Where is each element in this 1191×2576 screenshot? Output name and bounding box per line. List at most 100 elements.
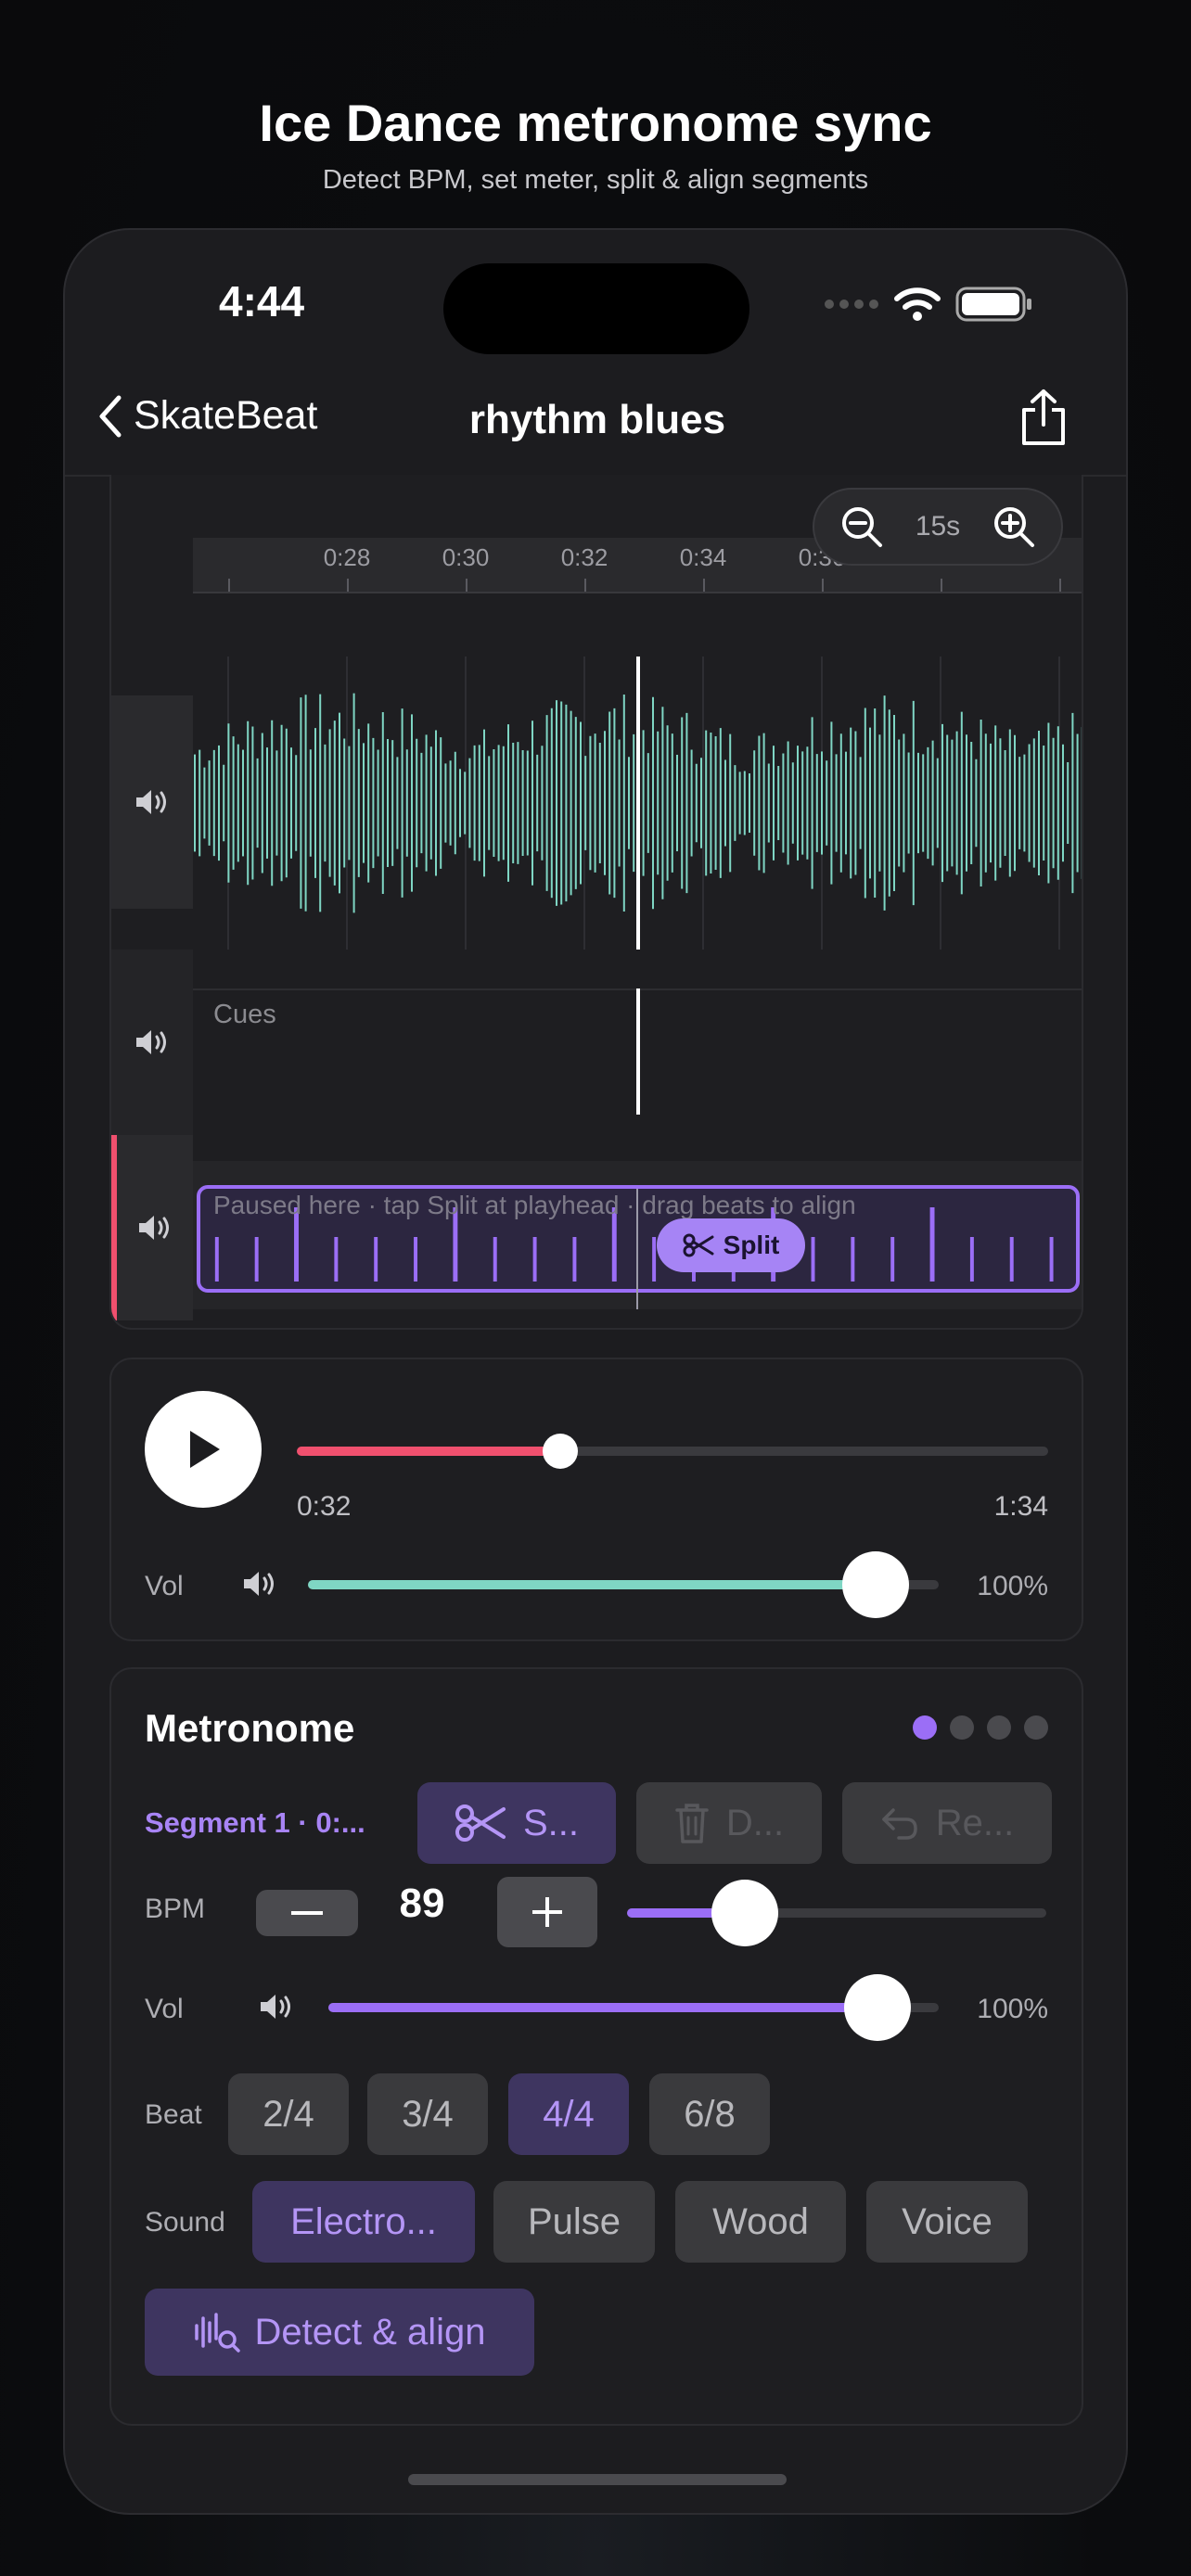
volume-thumb[interactable] (844, 1974, 912, 2041)
zoom-out-icon[interactable] (840, 505, 883, 548)
waveform-track-mute[interactable] (111, 695, 193, 909)
bpm-slider[interactable] (627, 1880, 1046, 1946)
sound-option-wood[interactable]: Wood (675, 2181, 846, 2263)
split-segment-button[interactable]: S... (417, 1782, 616, 1864)
revert-label: Re... (935, 1802, 1015, 1843)
bpm-decrement-button[interactable] (256, 1890, 358, 1936)
split-at-playhead-button[interactable]: Split (657, 1218, 805, 1272)
sound-option-voice[interactable]: Voice (866, 2181, 1028, 2263)
page-dot[interactable] (913, 1715, 937, 1740)
sound-option-label: Pulse (527, 2200, 621, 2242)
wifi-icon (894, 287, 941, 321)
page-dot[interactable] (1024, 1715, 1048, 1740)
volume-fill (308, 1580, 876, 1589)
scissors-icon (455, 1804, 506, 1842)
zoom-in-icon[interactable] (992, 505, 1035, 548)
page-dots[interactable] (913, 1715, 1048, 1740)
signal-icon (825, 300, 878, 309)
seek-slider[interactable] (297, 1434, 1048, 1469)
ruler-label: 0:32 (560, 543, 608, 571)
page-dot[interactable] (987, 1715, 1011, 1740)
volume-label: Vol (145, 1571, 184, 1601)
delete-segment-label: D... (725, 1802, 785, 1843)
beat-option-3-4[interactable]: 3/4 (367, 2073, 488, 2155)
metronome-card: Metronome Segment 1 · 0:... S... D... Re… (109, 1667, 1083, 2426)
ruler-label: 0:30 (442, 543, 490, 571)
playback-card: 0:32 1:34 Vol 100% (109, 1358, 1083, 1641)
beat-option-label: 3/4 (402, 2093, 454, 2135)
beat-track-mute[interactable] (111, 1135, 193, 1320)
beat-segment[interactable]: Paused here · tap Split at playhead · dr… (197, 1185, 1080, 1293)
playhead[interactable] (636, 657, 640, 950)
beat-option-4-4[interactable]: 4/4 (508, 2073, 629, 2155)
sound-option-pulse[interactable]: Pulse (493, 2181, 655, 2263)
bpm-label: BPM (145, 1894, 206, 1924)
waveform-search-icon (195, 2313, 241, 2353)
split-segment-label: S... (522, 1802, 580, 1843)
volume-thumb[interactable] (842, 1551, 909, 1618)
ruler-tick (228, 579, 230, 592)
beat-option-6-8[interactable]: 6/8 (649, 2073, 770, 2155)
page-subtitle: Detect BPM, set meter, split & align seg… (322, 165, 869, 195)
undo-icon (882, 1808, 917, 1840)
battery-icon (955, 287, 1031, 322)
page-dot[interactable] (950, 1715, 974, 1740)
status-icons (824, 286, 1033, 323)
speaker-icon (136, 790, 166, 814)
ruler-tick (584, 579, 586, 592)
sound-option-label: Wood (712, 2200, 809, 2242)
speaker-icon (139, 1216, 169, 1240)
current-time: 0:32 (297, 1491, 352, 1522)
cues-track-mute[interactable] (111, 950, 193, 1135)
metronome-title: Metronome (145, 1706, 355, 1750)
scissors-icon (683, 1233, 714, 1257)
chevron-left-icon (99, 395, 122, 437)
speaker-icon (136, 1030, 166, 1054)
metronome-volume-percent: 100% (977, 1994, 1048, 2024)
ruler-label: 0:28 (323, 543, 371, 571)
playhead-cues (636, 988, 640, 1115)
volume-icon (244, 1572, 274, 1596)
metronome-volume-slider[interactable] (328, 1974, 939, 2041)
volume-icon (261, 1995, 290, 2019)
sound-option-label: Voice (902, 2200, 992, 2242)
timeline-card: 0:28 0:30 0:32 0:34 0:36 15s Cues Paused… (109, 475, 1083, 1330)
beat-option-label: 6/8 (684, 2093, 736, 2135)
ruler-tick (822, 579, 824, 592)
ruler-tick (347, 579, 349, 592)
seek-thumb[interactable] (542, 1434, 578, 1469)
page-title: Ice Dance metronome sync (259, 94, 932, 152)
zoom-control: 15s (813, 488, 1063, 566)
beat-label: Beat (145, 2099, 202, 2130)
minus-icon (291, 1911, 323, 1915)
split-label: Split (723, 1231, 780, 1259)
ruler-tick (703, 579, 705, 592)
detect-align-label: Detect & align (254, 2311, 486, 2353)
detect-align-button[interactable]: Detect & align (145, 2289, 534, 2376)
play-icon (190, 1431, 220, 1468)
back-button[interactable]: SkateBeat (96, 393, 317, 439)
bpm-increment-button[interactable] (497, 1877, 597, 1947)
revert-button[interactable]: Re... (842, 1782, 1052, 1864)
beat-option-2-4[interactable]: 2/4 (228, 2073, 349, 2155)
segment-label[interactable]: Segment 1 · 0:... (145, 1806, 365, 1840)
status-time: 4:44 (219, 277, 305, 325)
delete-segment-button[interactable]: D... (636, 1782, 822, 1864)
back-label: SkateBeat (134, 393, 318, 438)
play-button[interactable] (145, 1391, 262, 1508)
zoom-level: 15s (915, 511, 961, 542)
sound-option-electro[interactable]: Electro... (252, 2181, 475, 2263)
ruler-tick (941, 579, 942, 592)
beat-option-label: 4/4 (543, 2093, 595, 2135)
playback-volume-slider[interactable] (308, 1551, 939, 1618)
sound-option-label: Electro... (290, 2200, 437, 2242)
bpm-thumb[interactable] (711, 1880, 778, 1946)
ruler-tick (1059, 579, 1061, 592)
plus-icon (532, 1897, 562, 1927)
share-button[interactable] (1018, 388, 1069, 452)
volume-percent: 100% (977, 1571, 1048, 1601)
ruler-label: 0:34 (679, 543, 727, 571)
trash-icon (675, 1804, 709, 1843)
volume-fill (328, 2003, 878, 2012)
bpm-value: 89 (399, 1881, 445, 1926)
